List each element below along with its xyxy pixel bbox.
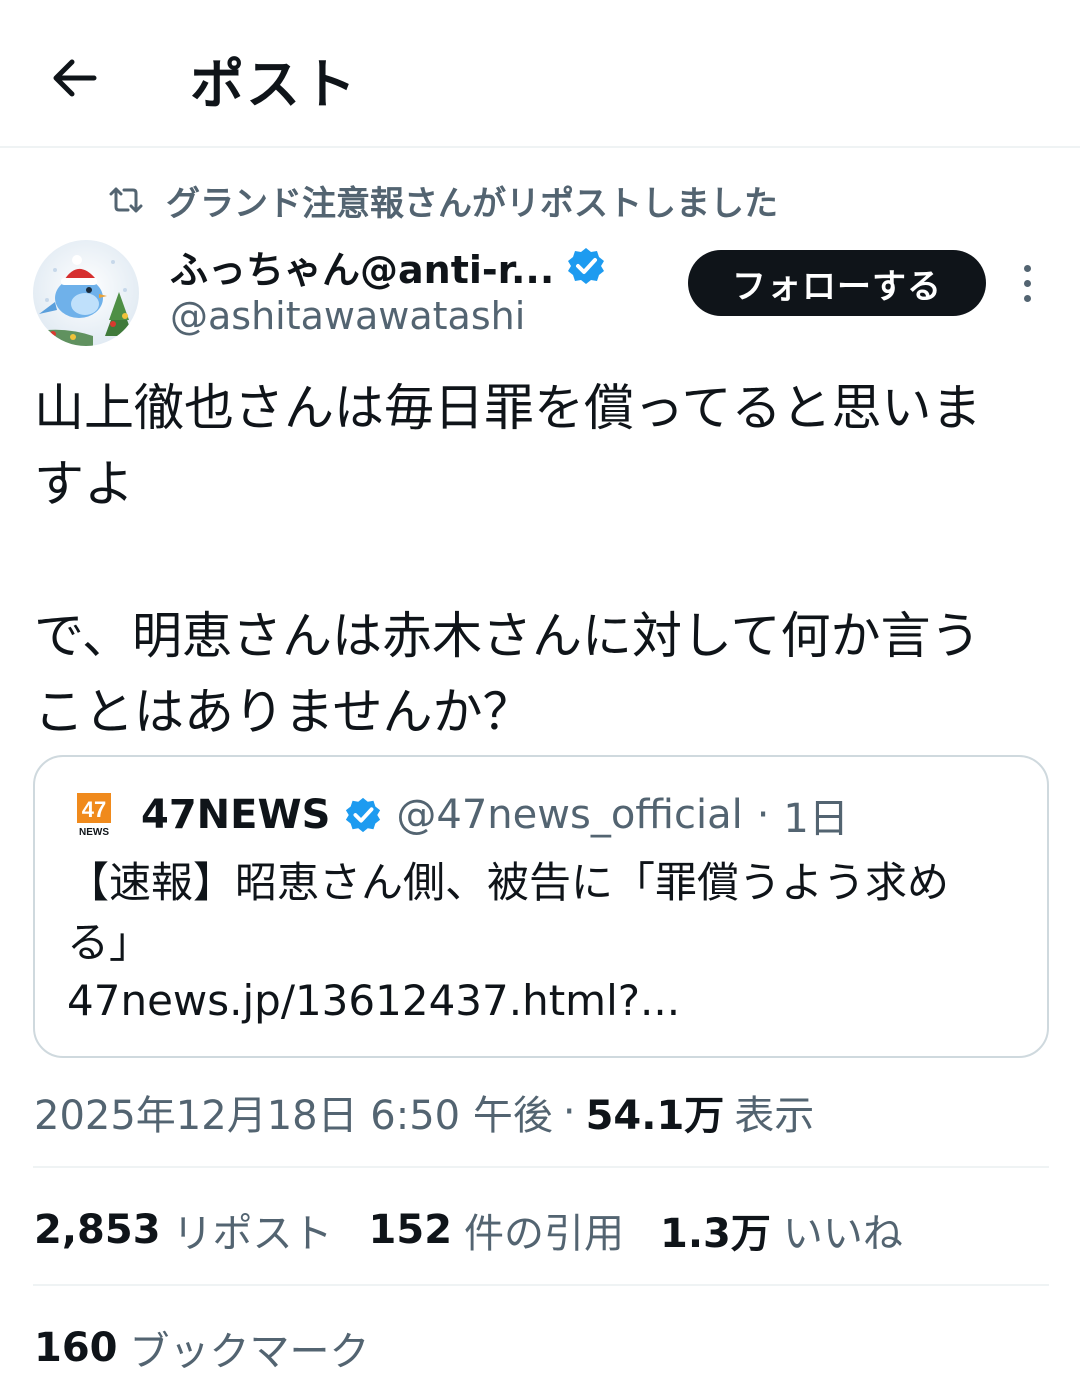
quoted-post-header: 47 NEWS 47NEWS @47news_official · 1日 — [75, 787, 849, 843]
avatar-image — [33, 240, 139, 346]
quotes-stat[interactable]: 152 件の引用 — [369, 1201, 625, 1259]
bookmarks-label: ブックマーク — [129, 1329, 370, 1375]
reposts-label: リポスト — [172, 1211, 333, 1257]
quoted-post-text: 【速報】昭恵さん側、被告に「罪償うよう求め る」 — [67, 858, 950, 967]
page-title: ポスト — [190, 53, 358, 116]
likes-count: 1.3万 — [660, 1211, 771, 1257]
top-bar: ポスト — [0, 0, 1080, 148]
likes-label: いいね — [782, 1211, 903, 1257]
verified-badge-icon — [346, 797, 381, 833]
views-label: 表示 — [734, 1093, 815, 1139]
arrow-left-icon — [53, 59, 97, 97]
more-dot-icon — [1023, 279, 1031, 287]
news-logo-subtext: NEWS — [79, 827, 109, 837]
separator-dot: · — [756, 792, 770, 838]
follow-button[interactable]: フォローする — [688, 250, 986, 316]
post-text: 山上徹也さんは毎日罪を償ってると思いま すよ で、明恵さんは赤木さんに対して何か… — [34, 379, 982, 741]
bookmarks-stat[interactable]: 160 ブックマーク — [34, 1319, 370, 1377]
verified-badge-icon — [568, 248, 605, 284]
repost-icon — [109, 187, 143, 213]
quoted-display-name: 47NEWS — [141, 792, 331, 838]
more-dot-icon — [1023, 264, 1031, 272]
quotes-label: 件の引用 — [464, 1211, 625, 1257]
divider — [33, 1166, 1049, 1168]
bookmarks-count: 160 — [34, 1325, 118, 1371]
post-meta: 2025年12月18日 6:50 午後 · 54.1万 表示 — [34, 1082, 814, 1142]
quoted-post-link[interactable]: 47news.jp/13612437.html?... — [67, 971, 680, 1031]
likes-stat[interactable]: 1.3万 いいね — [660, 1201, 903, 1259]
views-count: 54.1万 — [585, 1093, 725, 1139]
more-options-button[interactable] — [1010, 258, 1044, 308]
divider — [33, 1284, 1049, 1286]
back-button[interactable] — [38, 42, 110, 114]
quoted-handle: @47news_official — [396, 792, 743, 838]
quoted-timestamp: 1日 — [783, 796, 849, 842]
separator-dot: · — [562, 1089, 576, 1135]
news-logo-text: 47 — [82, 797, 106, 822]
bookmark-stats: 160 ブックマーク — [34, 1318, 406, 1378]
quoted-post-card[interactable]: 47 NEWS 47NEWS @47news_official · 1日 【速報… — [33, 755, 1049, 1058]
quotes-count: 152 — [368, 1207, 453, 1253]
display-name: ふっちゃん@anti-r... — [170, 247, 555, 292]
avatar[interactable] — [33, 240, 139, 346]
repost-context[interactable]: グランド注意報さんがリポストしました — [108, 172, 778, 228]
reposts-stat[interactable]: 2,853 リポスト — [34, 1201, 333, 1259]
author-handle[interactable]: @ashitawawatashi — [170, 294, 525, 338]
more-dot-icon — [1023, 294, 1031, 302]
author-name-row[interactable]: ふっちゃん@anti-r... — [170, 238, 606, 294]
news-logo-icon: 47 NEWS — [75, 793, 115, 838]
repost-context-text: グランド注意報さんがリポストしました — [166, 183, 778, 224]
engagement-stats: 2,853 リポスト 152 件の引用 1.3万 いいね — [34, 1200, 939, 1260]
reposts-count: 2,853 — [34, 1207, 161, 1253]
post-timestamp[interactable]: 2025年12月18日 6:50 午後 — [34, 1083, 553, 1141]
